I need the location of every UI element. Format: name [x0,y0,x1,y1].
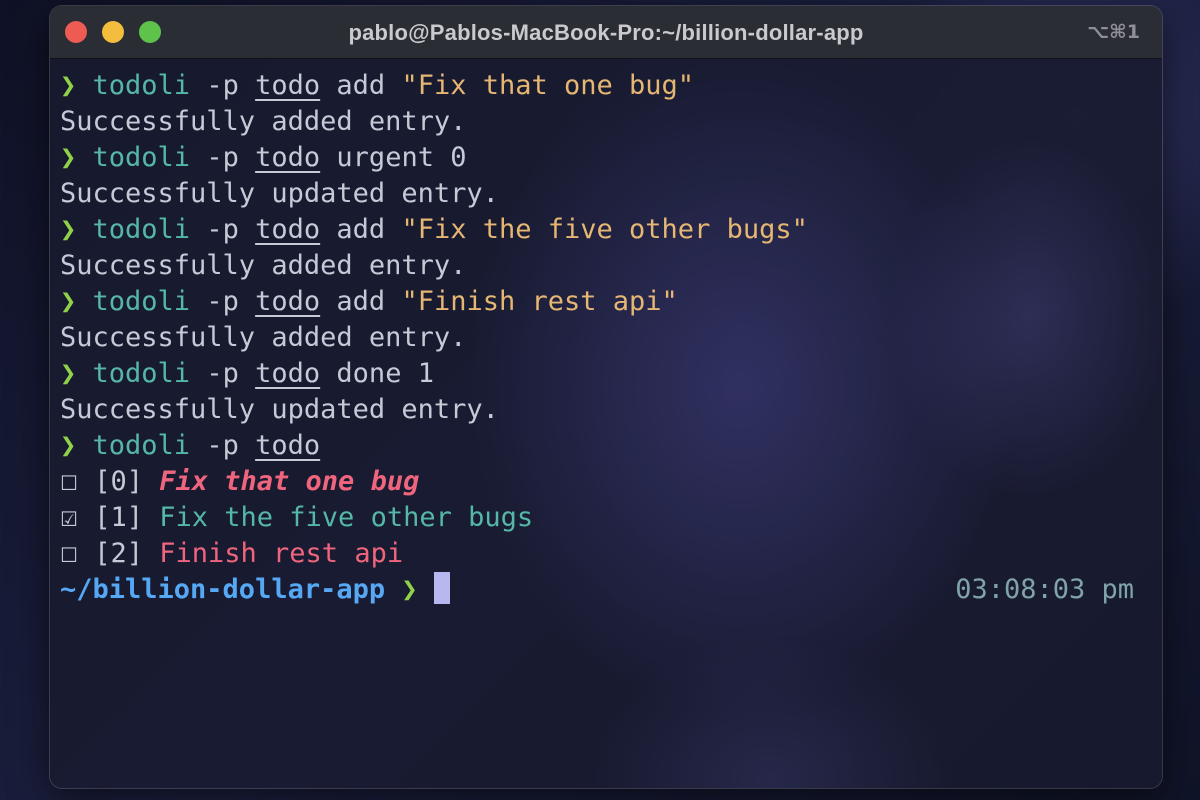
command-line: ❯ todoli -p todo add "Finish rest api" [60,284,1150,320]
tab-shortcut-label: ⌥⌘1 [1087,21,1140,43]
command-line: ❯ todoli -p todo add "Fix that one bug" [60,68,1150,104]
todo-item: ☑ [1] Fix the five other bugs [60,500,1150,536]
command-name: todoli [92,430,191,461]
command-path-arg: todo [255,286,321,317]
prompt-chevron-icon: ❯ [60,142,77,173]
command-output: Successfully added entry. [60,250,467,281]
command-argument: 1 [417,358,434,389]
command-path-arg: todo [255,142,321,173]
command-path-arg: todo [255,214,321,245]
command-output: Successfully updated entry. [60,178,499,209]
command-flag: -p [206,142,239,173]
command-flag: -p [206,286,239,317]
command-argument: "Finish rest api" [401,286,678,317]
command-subcommand: add [336,214,386,245]
command-path-arg: todo [255,430,321,461]
checked-box-icon: ☑ [60,507,78,531]
command-subcommand: urgent [336,142,434,173]
prompt-chevron-icon: ❯ [60,358,77,389]
command-flag: -p [206,358,239,389]
title-bar[interactable]: pablo@Pablos-MacBook-Pro:~/billion-dolla… [50,6,1162,59]
prompt-time: 03:08:03 pm [955,574,1134,605]
command-flag: -p [206,70,239,101]
command-line: ❯ todoli -p todo urgent 0 [60,140,1150,176]
active-prompt-line[interactable]: ~/billion-dollar-app ❯ 03:08:03 pm [60,572,1150,608]
prompt-chevron-icon: ❯ [60,70,77,101]
command-line: ❯ todoli -p todo done 1 [60,356,1150,392]
todo-text: Fix the five other bugs [159,502,534,533]
prompt-chevron-icon: ❯ [401,574,418,605]
command-name: todoli [92,142,191,173]
terminal-window[interactable]: pablo@Pablos-MacBook-Pro:~/billion-dolla… [50,6,1162,788]
current-directory: ~/billion-dollar-app [60,574,386,605]
todo-index: [0] [94,466,143,497]
command-argument: "Fix that one bug" [401,70,695,101]
command-output: Successfully added entry. [60,322,467,353]
todo-text: Fix that one bug [159,466,420,497]
command-name: todoli [92,358,191,389]
unchecked-box-icon: ☐ [60,543,78,567]
command-flag: -p [206,430,239,461]
command-subcommand: done [336,358,402,389]
command-output: Successfully added entry. [60,106,467,137]
todo-index: [1] [94,502,143,533]
todo-item: ☐ [0] Fix that one bug [60,464,1150,500]
command-line: ❯ todoli -p todo add "Fix the five other… [60,212,1150,248]
window-title: pablo@Pablos-MacBook-Pro:~/billion-dolla… [348,20,864,45]
command-path-arg: todo [255,358,321,389]
command-name: todoli [92,214,191,245]
prompt-chevron-icon: ❯ [60,430,77,461]
command-subcommand: add [336,70,386,101]
todo-item: ☐ [2] Finish rest api [60,536,1150,572]
command-argument: 0 [450,142,467,173]
todo-text: Finish rest api [159,538,404,569]
prompt-chevron-icon: ❯ [60,214,77,245]
command-path-arg: todo [255,70,321,101]
command-flag: -p [206,214,239,245]
unchecked-box-icon: ☐ [60,471,78,495]
command-name: todoli [92,70,191,101]
todo-index: [2] [94,538,143,569]
text-cursor[interactable] [433,572,450,604]
command-argument: "Fix the five other bugs" [401,214,808,245]
terminal-output[interactable]: ❯ todoli -p todo add "Fix that one bug" … [60,68,1150,608]
prompt-chevron-icon: ❯ [60,286,77,317]
command-name: todoli [92,286,191,317]
command-output: Successfully updated entry. [60,394,499,425]
command-line: ❯ todoli -p todo [60,428,1150,464]
command-subcommand: add [336,286,386,317]
